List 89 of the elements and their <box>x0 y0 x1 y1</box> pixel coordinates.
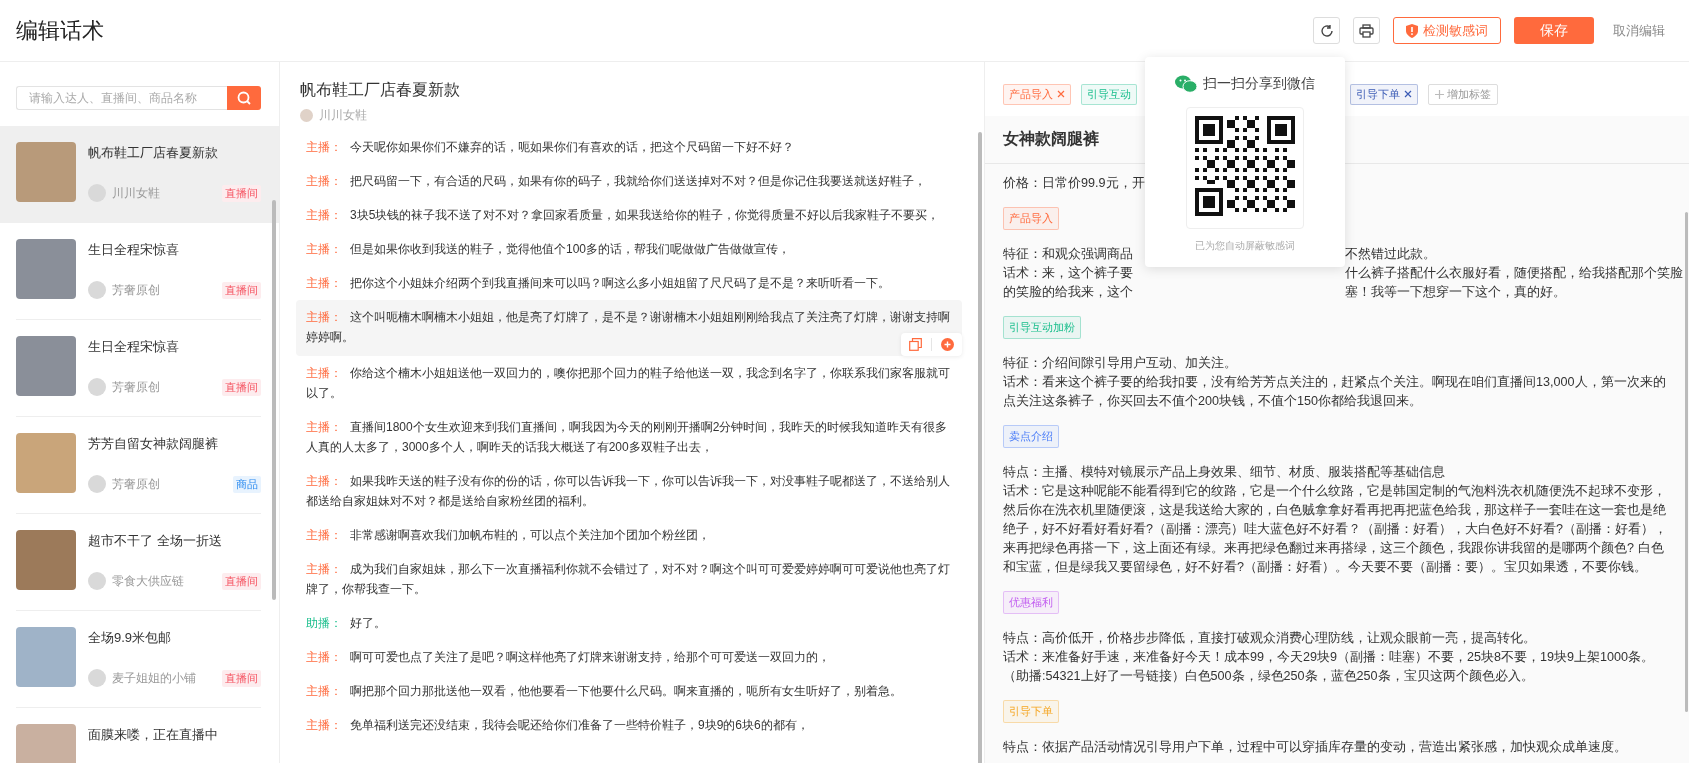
script-line[interactable]: 主播： 直播间1800个女生欢迎来到我们直播间，啊我因为今天的刚刚开播啊2分钟时间，我昨天的时候我知道昨天有很多人真的人太多了，3000多个人，啊昨天的话我大概送了有200多双鞋子出去， <box>296 410 962 464</box>
print-button[interactable] <box>1353 17 1380 44</box>
script-text: 不然错过此款。 <box>1345 246 1436 263</box>
script-line[interactable]: 主播： 把尺码留一下，有合适的尺码，如果有你的码子，我就给你们送送掉对不对？但是你记住我要送就送好鞋子， <box>296 164 962 198</box>
item-title: 帆布鞋工厂店春夏新款 <box>88 144 219 162</box>
script-line[interactable]: 主播： 非常感谢啊喜欢我们加帆布鞋的，可以点个关注加个团加个粉丝团， <box>296 518 962 552</box>
script-line[interactable]: 主播： 你给这个楠木小姐姐送他一双回力的，噢你把那个回力的鞋子给他送一双，我念到名字了，你联系我们家客服就可以了。 <box>296 356 962 410</box>
avatar <box>300 109 313 122</box>
script-text: 话术：看来这个裤子要的给我扣要，没有给芳芳点关注的，赶紧点个关注。啊现在咱们直播间13,000人，第一次来的点关注这条裤子，你买回去不值个200块钱，不值个150你都给我退回来。 <box>1003 374 1667 410</box>
type-badge: 直播间 <box>222 281 261 299</box>
copy-icon[interactable] <box>909 338 922 351</box>
author-name: 零食大供应链 <box>112 572 185 590</box>
item-title: 芳芳自留女神款阔腿裤 <box>88 435 219 453</box>
refresh-icon <box>1319 23 1334 38</box>
item-title: 生日全程宋惊喜 <box>88 338 180 356</box>
shield-icon <box>1406 23 1418 38</box>
printer-icon <box>1359 23 1374 38</box>
section-tag: 卖点介绍 <box>1003 425 1059 448</box>
cancel-edit-button[interactable]: 取消编辑 <box>1607 21 1665 40</box>
photo-placeholder <box>16 142 76 202</box>
section-tag: 优惠福利 <box>1003 591 1059 614</box>
script-text: 话术：来，这个裤子要 <box>1003 265 1133 282</box>
section-tag: 引导下单 <box>1003 700 1059 723</box>
script-text: 的笑脸的给我来，这个 <box>1003 284 1133 301</box>
item-title: 全场9.9米包邮 <box>88 629 173 647</box>
photo-placeholder <box>16 433 76 493</box>
type-badge: 直播间 <box>222 378 261 396</box>
avatar <box>88 669 106 687</box>
plus-icon <box>1435 89 1444 99</box>
script-line[interactable]: 主播： 成为我们自家姐妹，那么下一次直播福利你就不会错过了，对不对？啊这个叫可可爱爱婷婷啊可可爱说他也亮了灯牌了，你帮我查一下。 <box>296 552 962 606</box>
type-badge: 商品 <box>233 475 261 493</box>
type-badge: 直播间 <box>222 572 261 590</box>
section-tag: 产品导入 <box>1003 207 1059 230</box>
script-text: 特点：依据产品活动情况引导用户下单，过程中可以穿插库存量的变动，营造出紧张感，加快观众成单速度。 <box>1003 739 1628 756</box>
close-icon[interactable] <box>1404 90 1412 98</box>
popup-note: 已为您自动屏蔽敏感词 <box>1195 239 1295 253</box>
scrollbar[interactable] <box>978 132 982 763</box>
photo-placeholder <box>16 239 76 299</box>
script-text: 特点：主播、模特对镜展示产品上身效果、细节、材质、服装搭配等基础信息 <box>1003 464 1446 481</box>
scrollbar[interactable] <box>1685 212 1688 712</box>
script-line[interactable]: 主播： 但是如果你收到我送的鞋子，觉得他值个100多的话，帮我们呢做做广告做做宣传， <box>296 232 962 266</box>
search-icon <box>237 91 251 105</box>
script-line[interactable]: 主播： 免单福利送完还没结束，我待会呢还给你们准备了一些特价鞋子，9块9的6块6的都有， <box>296 708 962 742</box>
script-text: 话术：它是这种呢能不能看得到它的纹路，它是一个什么纹路，它是韩国定制的气泡料洗衣机随便洗不起球不变形，然后你在洗衣机里随便滚，这是我送给大家的，白色贼拿拿好看再把再把蓝色给我，那这样子一套哇在这一套也是绝绝子，好不好看好看好看?（副播：漂亮）哇大蓝色好不好看？（副播：好看），大白色好不好看?（副播：好看），来再把绿色再搭一下，这上面还有绿。来再把绿色翻过来再搭绿，这三个颜色，我跟你讲我留的是哪两个颜色? 白色和宝蓝，但是绿我又要留绿色，好不好看?（副播：好看）。今天要不要（副播：要）。宝贝如果透，不要你钱。 <box>1003 483 1667 576</box>
script-text: 特征：介绍间隙引导用户互动、加关注。 <box>1003 355 1238 372</box>
avatar <box>88 475 106 493</box>
script-line[interactable]: 主播： 啊把那个回力那批送他一双看，他他要看一下他要什么尺码。啊来直播的，呃所有女生听好了，别着急。 <box>296 674 962 708</box>
item-title: 超市不干了 全场一折送 <box>88 532 223 550</box>
script-text: 特征：和观众强调商品 <box>1003 246 1133 263</box>
script-title: 帆布鞋工厂店春夏新款 <box>300 80 461 100</box>
author-name: 川川女鞋 <box>319 107 367 124</box>
author-name: 麦子姐姐的小铺 <box>112 669 197 687</box>
tag-chip[interactable]: 引导下单 <box>1350 83 1418 105</box>
avatar <box>88 572 106 590</box>
avatar <box>88 281 106 299</box>
close-icon[interactable] <box>1057 90 1065 98</box>
refresh-button[interactable] <box>1313 17 1340 44</box>
photo-placeholder <box>16 627 76 687</box>
avatar <box>88 378 106 396</box>
list-item[interactable]: 帆布鞋工厂店春夏新款 川川女鞋 直播间 <box>0 126 279 223</box>
script-line[interactable]: 主播： 如果我昨天送的鞋子没有你的份的话，你可以告诉我一下，你可以告诉我一下，对没事鞋子呢都送了，不送给别人都送给自家姐妹对不对？都是送给自家粉丝团的福利。 <box>296 464 962 518</box>
photo-placeholder <box>16 530 76 590</box>
author-name: 芳奢原创 <box>112 281 161 299</box>
author-name: 芳奢原创 <box>112 475 161 493</box>
section-tag: 引导互动加粉 <box>1003 316 1081 339</box>
price-text: 价格：日常价99.9元，开 <box>1003 175 1145 192</box>
chat-bubbles-icon <box>1175 75 1197 93</box>
item-title: 生日全程宋惊喜 <box>88 241 180 259</box>
author-name: 川川女鞋 <box>112 184 161 202</box>
script-line[interactable]: 主播： 3块5块钱的袜子我不送了对不对？拿回家看质量，如果我送给你的鞋子，你觉得质量不好以后我家鞋子不要买， <box>296 198 962 232</box>
popup-title: 扫一扫分享到微信 <box>1203 75 1315 93</box>
script-text: 特点：高价低开，价格步步降低，直接打破观众消费心理防线，让观众眼前一亮，提高转化。 <box>1003 630 1537 647</box>
author-name: 芳奢原创 <box>112 378 161 396</box>
script-text: 话术：来准备好手速，来准备好今天！成本99，今天29块9（副播：哇塞）不要，25块8不要，19块9上架1000条。（助播:54321上好了一号链接）白色500条，绿色250条，蓝色250条，宝贝这两个颜色必入。 <box>1003 649 1656 685</box>
search-field[interactable]: 请输入达人、直播间、商品名称 <box>16 86 227 110</box>
item-title: 面膜来喽，正在直播中 <box>88 726 219 744</box>
type-badge: 直播间 <box>222 184 261 202</box>
page-title: 编辑话术 <box>16 16 105 45</box>
scrollbar[interactable] <box>272 200 276 600</box>
script-line[interactable]: 主播： 把你这个小姐妹介绍两个到我直播间来可以吗？啊这么多小姐姐留了尺尺码了是不是？来听听看一下。 <box>296 266 962 300</box>
photo-placeholder <box>16 336 76 396</box>
script-line[interactable]: 主播： 今天呢你如果你们不嫌弃的话，呃如果你们有喜欢的话，把这个尺码留一下好不好？ <box>296 130 962 164</box>
add-icon[interactable] <box>941 338 954 351</box>
script-line[interactable]: 助播： 好了。 <box>296 606 962 640</box>
script-text: 什么裤子搭配什么衣服好看，随便搭配，给我搭配那个笑脸 <box>1345 265 1683 282</box>
search-button[interactable] <box>227 86 261 110</box>
script-line[interactable]: 主播： 啊可可爱也点了关注了是吧？啊这样他亮了灯牌来谢谢支持，给那个可可爱送一双回力的， <box>296 640 962 674</box>
script-text: 塞！我等一下想穿一下这个，真的好。 <box>1345 284 1566 301</box>
type-badge: 直播间 <box>222 669 261 687</box>
